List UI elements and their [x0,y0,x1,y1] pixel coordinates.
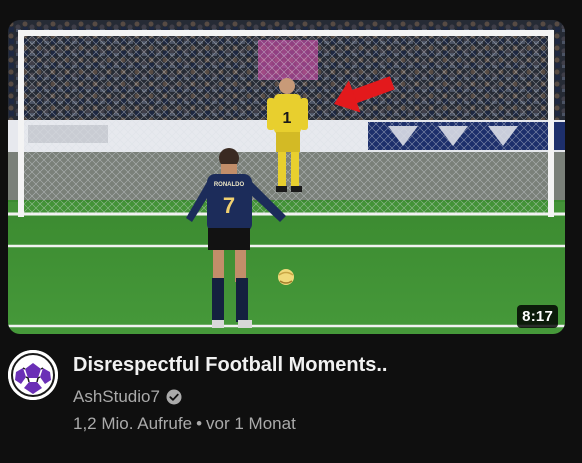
video-thumbnail[interactable]: 1 RONALDO 7 8:17 [8,20,565,334]
duration-badge: 8:17 [517,305,558,328]
channel-avatar-ball-icon [8,350,58,400]
video-metadata: Disrespectful Football Moments.. AshStud… [73,352,563,435]
thumbnail-image: 1 RONALDO 7 [8,20,565,334]
view-count: 1,2 Mio. Aufrufe [73,414,193,433]
keeper-number: 1 [283,110,292,127]
stats-separator: • [196,414,203,433]
channel-row: AshStudio7 [73,386,563,408]
verified-check-icon [166,389,182,405]
upload-age: vor 1 Monat [206,414,296,433]
striker-name: RONALDO [214,182,245,188]
channel-avatar[interactable] [8,350,58,400]
ball [278,269,294,285]
striker-number: 7 [223,193,235,218]
video-title[interactable]: Disrespectful Football Moments.. [73,352,563,378]
channel-name[interactable]: AshStudio7 [73,387,160,407]
video-stats: 1,2 Mio. Aufrufe • vor 1 Monat [73,413,563,435]
video-card: 1 RONALDO 7 8:17 Disrespectful Football … [0,0,582,463]
